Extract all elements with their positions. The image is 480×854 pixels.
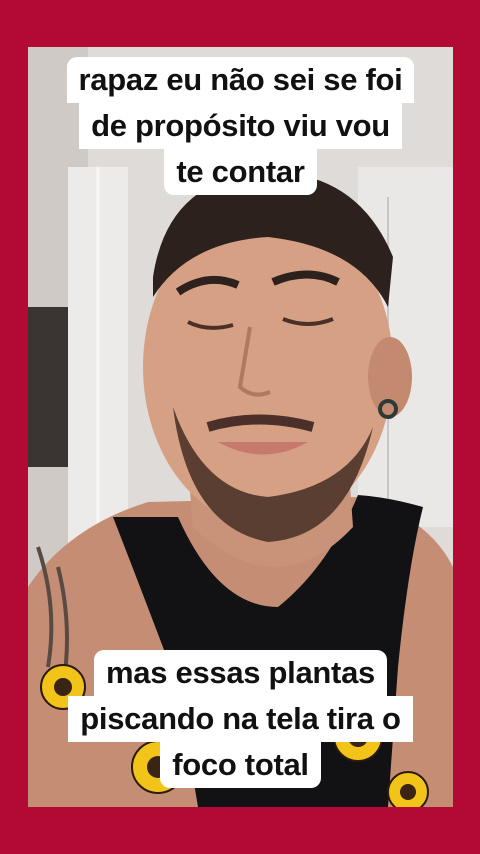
- video-frame[interactable]: rapaz eu não sei se foi de propósito viu…: [28, 47, 453, 807]
- bottom-caption: mas essas plantas piscando na tela tira …: [28, 650, 453, 788]
- caption-line: foco total: [160, 742, 321, 788]
- caption-line: piscando na tela tira o: [68, 696, 413, 742]
- caption-line: rapaz eu não sei se foi: [66, 57, 415, 103]
- caption-line: mas essas plantas: [94, 650, 387, 696]
- caption-line: de propósito viu vou: [79, 103, 402, 149]
- top-caption: rapaz eu não sei se foi de propósito viu…: [28, 57, 453, 195]
- caption-line: te contar: [164, 149, 317, 195]
